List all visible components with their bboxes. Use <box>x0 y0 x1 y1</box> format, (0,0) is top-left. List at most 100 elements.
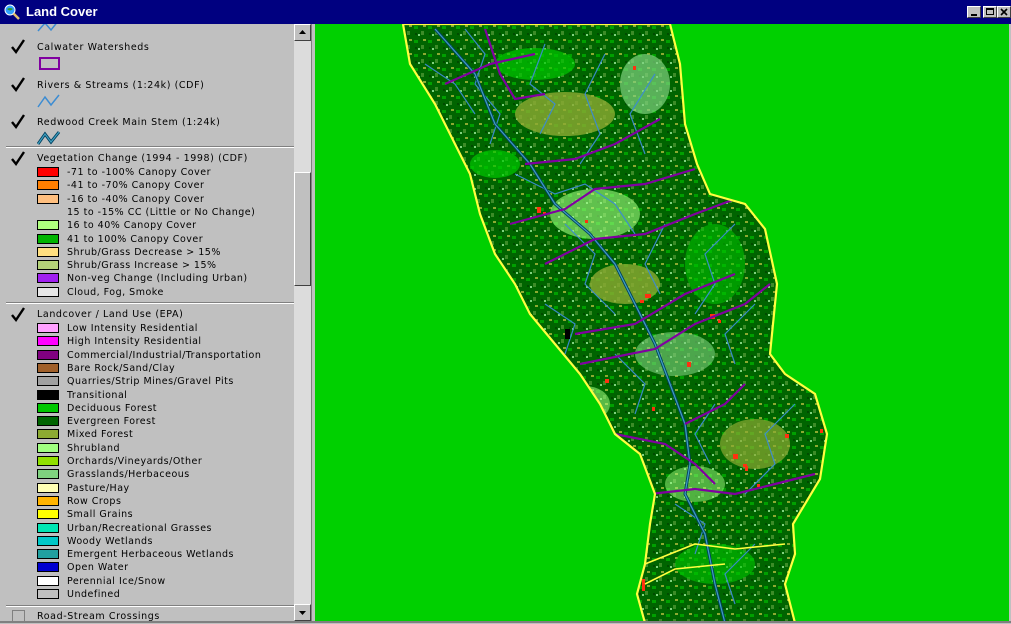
checkmark-icon[interactable] <box>10 307 26 323</box>
legend-entry-label: Shrubland <box>67 442 121 454</box>
checkmark-icon[interactable] <box>10 77 26 93</box>
legend-swatch <box>37 495 59 506</box>
legend-swatch <box>37 469 59 480</box>
legend-swatch <box>37 323 59 333</box>
legend-entry-label: Mixed Forest <box>67 429 134 441</box>
theme-name: Rivers & Streams (1:24k) (CDF) <box>37 80 205 91</box>
legend-swatch <box>37 442 59 453</box>
legend-entry: Commercial/Industrial/Transportation <box>37 349 294 362</box>
legend-entry-label: Emergent Herbaceous Wetlands <box>67 549 234 561</box>
legend-swatch <box>37 349 59 360</box>
legend-entry: Non-veg Change (Including Urban) <box>37 272 294 285</box>
legend-entry-label: Evergreen Forest <box>67 416 156 428</box>
legend-entry-label: Deciduous Forest <box>67 402 158 414</box>
legend-swatch <box>37 220 59 231</box>
legend-entry: Shrub/Grass Decrease > 15% <box>37 246 294 259</box>
legend-entry: Transitional <box>37 389 294 402</box>
maximize-button[interactable] <box>983 6 997 18</box>
legend-swatch <box>37 535 59 546</box>
legend-entry: Perennial Ice/Snow <box>37 575 294 588</box>
legend-swatch <box>37 246 59 257</box>
legend-entry: Open Water <box>37 561 294 574</box>
legend-entry-label: Grasslands/Herbaceous <box>67 469 190 481</box>
legend-swatch <box>37 389 59 400</box>
checkmark-icon[interactable] <box>10 39 26 55</box>
legend-entry-label: Perennial Ice/Snow <box>67 575 166 587</box>
legend-swatch <box>37 273 59 284</box>
land-cover-map[interactable] <box>315 24 1009 623</box>
polygon-symbol <box>39 57 60 70</box>
legend-entry: Emergent Herbaceous Wetlands <box>37 548 294 561</box>
legend-entry: Quarries/Strip Mines/Gravel Pits <box>37 375 294 388</box>
legend-entry: -41 to -70% Canopy Cover <box>37 179 294 192</box>
legend-swatch <box>37 522 59 533</box>
legend-swatch <box>37 429 59 440</box>
legend-scrollbar[interactable] <box>294 24 311 621</box>
arrow-down-icon <box>299 611 306 615</box>
legend-entry: Woody Wetlands <box>37 535 294 548</box>
legend-entry-label: Low Intensity Residential <box>67 323 198 334</box>
legend-entry: Row Crops <box>37 495 294 508</box>
globe-magnifier-icon <box>4 4 20 20</box>
scroll-up-button[interactable] <box>294 24 311 41</box>
close-button[interactable] <box>997 6 1011 18</box>
minimize-button[interactable] <box>967 6 981 18</box>
legend-entry-label: Cloud, Fog, Smoke <box>67 286 164 298</box>
scroll-thumb[interactable] <box>294 172 311 286</box>
theme-name: Redwood Creek Main Stem (1:24k) <box>37 117 221 128</box>
theme-name: Vegetation Change (1994 - 1998) (CDF) <box>37 153 248 164</box>
legend-entry-label: -16 to -40% Canopy Cover <box>67 193 205 205</box>
legend-entry-label: 41 to 100% Canopy Cover <box>67 233 204 245</box>
legend-entry: Small Grains <box>37 508 294 521</box>
legend-swatch <box>37 286 59 297</box>
legend-swatch <box>37 509 59 520</box>
theme-name: Calwater Watersheds <box>37 42 150 53</box>
scroll-down-button[interactable] <box>294 604 311 621</box>
legend-entry: High Intensity Residential <box>37 335 294 348</box>
theme-separator <box>6 302 294 304</box>
legend-swatch <box>37 336 59 347</box>
stream-line-symbol <box>37 94 60 108</box>
theme-separator <box>6 146 294 148</box>
legend-entry-label: Commercial/Industrial/Transportation <box>67 349 262 361</box>
legend-entry-label: Bare Rock/Sand/Clay <box>67 362 176 374</box>
checkmark-icon[interactable] <box>10 114 26 130</box>
legend-entry: Deciduous Forest <box>37 402 294 415</box>
legend-entry-label: Row Crops <box>67 495 122 507</box>
checkmark-icon[interactable] <box>10 151 26 167</box>
legend-swatch <box>37 549 59 560</box>
legend-entry: Undefined <box>37 588 294 601</box>
legend-entry: Shrubland <box>37 442 294 455</box>
theme-name: Landcover / Land Use (EPA) <box>37 309 184 320</box>
legend-entry-label: Open Water <box>67 562 129 574</box>
legend-entry-label: -71 to -100% Canopy Cover <box>67 167 211 178</box>
legend-entry: Bare Rock/Sand/Clay <box>37 362 294 375</box>
legend-entry-label: Shrub/Grass Decrease > 15% <box>67 246 221 258</box>
legend-swatch <box>37 180 59 191</box>
legend-entry: Pasture/Hay <box>37 482 294 495</box>
maximize-icon <box>986 8 994 15</box>
legend-entry-label: 16 to 40% Canopy Cover <box>67 220 197 232</box>
legend-entry-label: Pasture/Hay <box>67 482 130 494</box>
transitional-patch <box>565 329 570 339</box>
map-view[interactable] <box>315 24 1009 623</box>
legend-swatch <box>37 402 59 413</box>
legend-entry-label: Transitional <box>67 389 128 401</box>
unchecked-box-icon[interactable] <box>12 610 25 621</box>
legend-entry-label: Quarries/Strip Mines/Gravel Pits <box>67 376 234 388</box>
legend-entry-label: Orchards/Vineyards/Other <box>67 456 203 467</box>
legend-entry-label: Small Grains <box>67 509 134 521</box>
legend-entry: Cloud, Fog, Smoke <box>37 286 294 299</box>
legend-entry-label: Non-veg Change (Including Urban) <box>67 273 248 285</box>
legend-entry: Shrub/Grass Increase > 15% <box>37 259 294 272</box>
legend-entry-label: High Intensity Residential <box>67 336 202 348</box>
legend-entry: Urban/Recreational Grasses <box>37 522 294 535</box>
legend-entry-label: Undefined <box>67 589 121 600</box>
legend-entry-label: Shrub/Grass Increase > 15% <box>67 260 217 272</box>
legend-entry: Low Intensity Residential <box>37 322 294 335</box>
title-bar[interactable]: Land Cover <box>0 0 1011 24</box>
legend-entry-label: 15 to -15% CC (Little or No Change) <box>67 206 256 218</box>
theme-separator <box>6 605 294 607</box>
legend-entry-label: -41 to -70% Canopy Cover <box>67 180 205 192</box>
legend-entry-label: Urban/Recreational Grasses <box>67 522 212 534</box>
